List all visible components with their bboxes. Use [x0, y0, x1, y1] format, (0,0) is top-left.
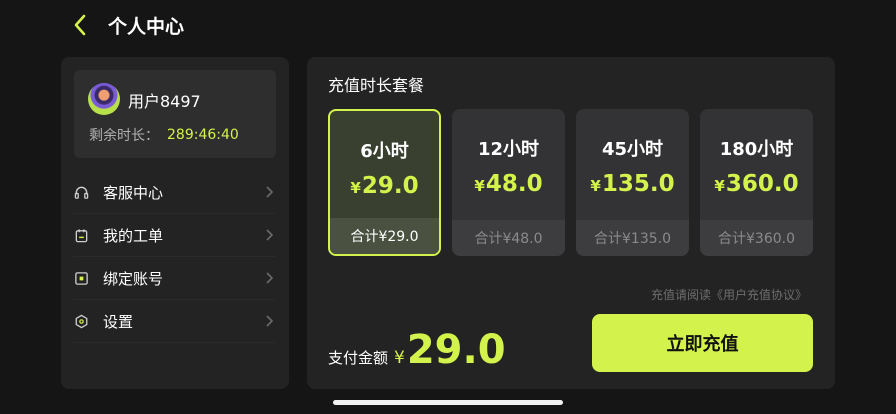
- menu-item-bind-account[interactable]: 绑定账号: [73, 257, 275, 300]
- packages-title: 充值时长套餐: [328, 76, 425, 95]
- payment-value: 29.0: [406, 327, 506, 373]
- header: 个人中心: [66, 10, 184, 40]
- chevron-right-icon: [263, 229, 275, 241]
- username: 用户8497: [128, 92, 201, 111]
- payment-label: 支付金额: [328, 349, 389, 367]
- page-title: 个人中心: [108, 15, 185, 38]
- package-card-45h[interactable]: 45小时 ¥135.0 合计¥135.0: [576, 109, 689, 256]
- package-price: ¥48.0: [452, 171, 565, 197]
- currency-symbol: ¥: [714, 177, 725, 195]
- currency-symbol: ¥: [350, 179, 361, 197]
- package-total: 合计¥360.0: [700, 220, 813, 256]
- package-hours: 180小时: [719, 139, 794, 160]
- package-hours: 12小时: [477, 139, 540, 160]
- recharge-panel: 充值时长套餐 6小时 ¥29.0 合计¥29.0 12小时 ¥48.0 合计¥4…: [307, 57, 835, 389]
- package-card-12h[interactable]: 12小时 ¥48.0 合计¥48.0: [452, 109, 565, 256]
- menu-item-label: 绑定账号: [103, 269, 164, 288]
- chevron-left-icon: [74, 14, 86, 36]
- avatar[interactable]: [88, 83, 120, 115]
- package-price-value: 48.0: [485, 171, 543, 197]
- package-total: 合计¥29.0: [330, 218, 439, 254]
- menu-item-label: 设置: [103, 312, 134, 331]
- chevron-right-icon: [263, 186, 275, 198]
- package-price: ¥135.0: [576, 171, 689, 197]
- remaining-time: 剩余时长： 289:46:40: [89, 125, 239, 145]
- recharge-agreement-link[interactable]: 充值请阅读《用户充值协议》: [651, 286, 807, 303]
- package-price-value: 360.0: [725, 171, 799, 197]
- package-list: 6小时 ¥29.0 合计¥29.0 12小时 ¥48.0 合计¥48.0 45小…: [328, 109, 813, 256]
- link-account-icon: [73, 270, 89, 286]
- package-card-6h[interactable]: 6小时 ¥29.0 合计¥29.0: [328, 109, 441, 256]
- package-hours: 6小时: [360, 141, 409, 162]
- app-page: 个人中心 用户8497 剩余时长： 289:46:40 客服中心 我的工单 绑定…: [0, 0, 896, 414]
- profile-panel: 用户8497 剩余时长： 289:46:40 客服中心 我的工单 绑定账号 设置: [61, 57, 289, 389]
- menu-list: 客服中心 我的工单 绑定账号 设置: [61, 171, 289, 343]
- menu-item-settings[interactable]: 设置: [73, 300, 275, 343]
- chevron-right-icon: [263, 315, 275, 327]
- currency-symbol: ¥: [474, 177, 485, 195]
- home-indicator[interactable]: [333, 400, 563, 405]
- package-price: ¥360.0: [700, 171, 813, 197]
- package-total: 合计¥48.0: [452, 220, 565, 256]
- package-card-180h[interactable]: 180小时 ¥360.0 合计¥360.0: [700, 109, 813, 256]
- payment-currency: ¥: [394, 348, 405, 368]
- settings-hexagon-icon: [73, 313, 89, 329]
- clipboard-icon: [73, 227, 89, 243]
- remaining-time-value: 289:46:40: [167, 127, 239, 143]
- user-card: 用户8497 剩余时长： 289:46:40: [74, 70, 276, 158]
- back-button[interactable]: [66, 10, 94, 40]
- package-hours: 45小时: [601, 139, 664, 160]
- payment-amount: 支付金额 ¥ 29.0: [328, 328, 506, 372]
- menu-item-customer-service[interactable]: 客服中心: [73, 171, 275, 214]
- chevron-right-icon: [263, 272, 275, 284]
- menu-item-label: 客服中心: [103, 183, 164, 202]
- remaining-time-label: 剩余时长：: [89, 128, 159, 144]
- package-total: 合计¥135.0: [576, 220, 689, 256]
- package-price: ¥29.0: [330, 173, 439, 199]
- headset-icon: [73, 184, 89, 200]
- menu-item-my-tickets[interactable]: 我的工单: [73, 214, 275, 257]
- recharge-now-button[interactable]: 立即充值: [592, 314, 813, 372]
- currency-symbol: ¥: [590, 177, 601, 195]
- package-price-value: 135.0: [601, 171, 675, 197]
- package-price-value: 29.0: [361, 173, 419, 199]
- menu-item-label: 我的工单: [103, 226, 164, 245]
